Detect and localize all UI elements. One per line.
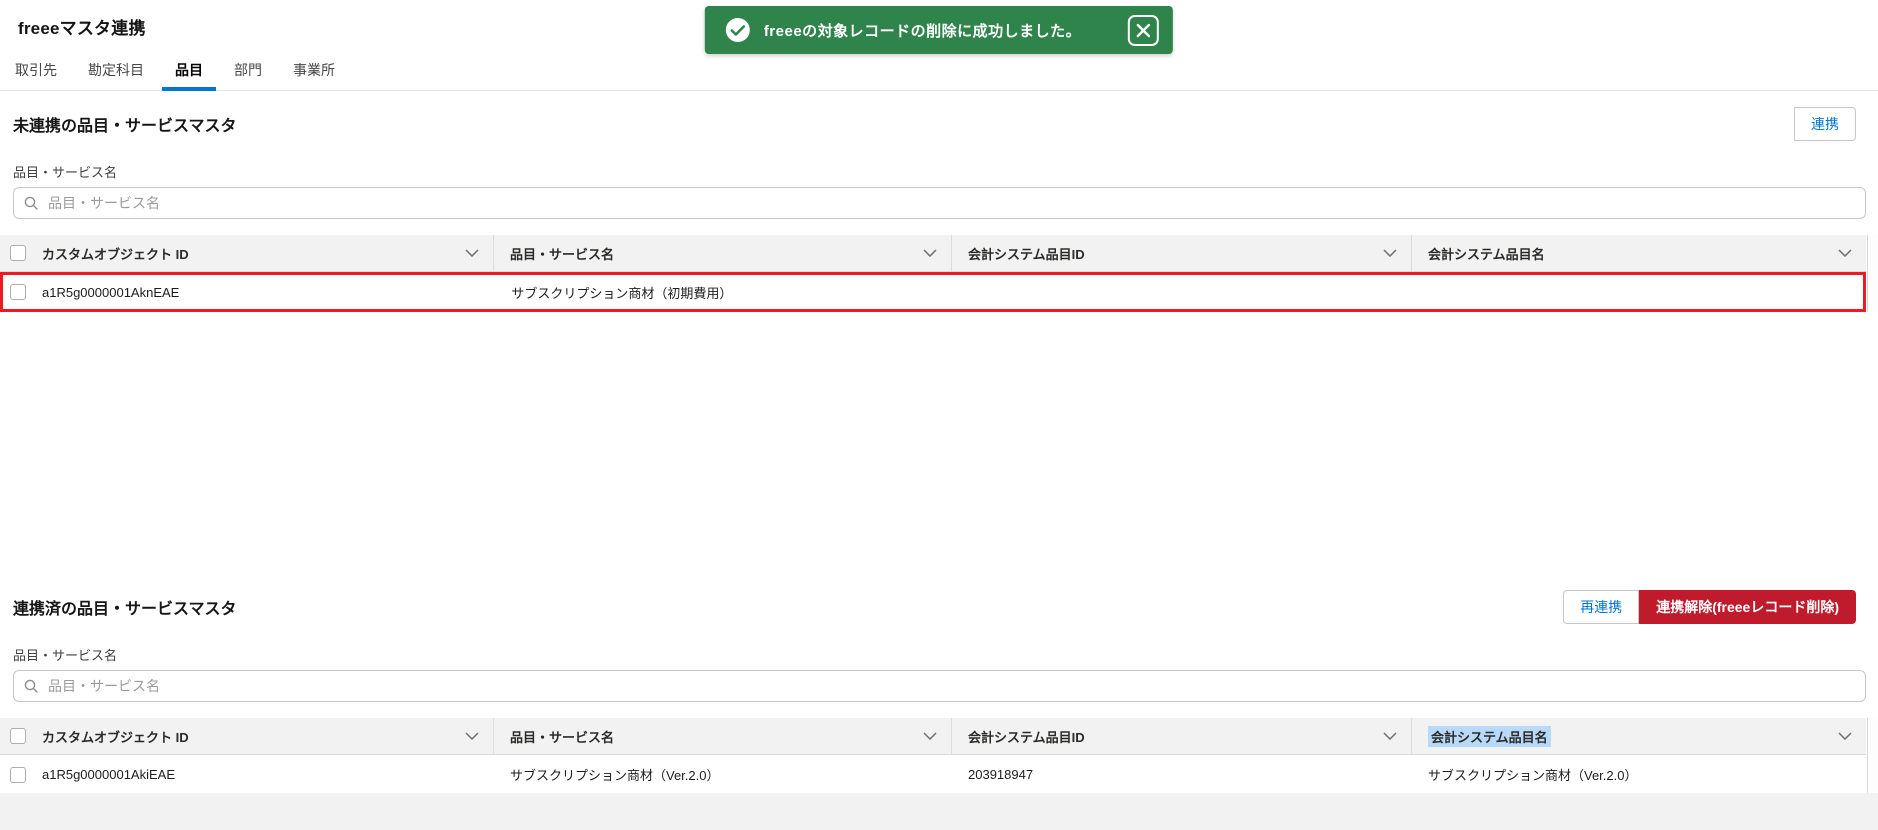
column-label: 品目・サービス名 [510,729,615,745]
linked-search-input[interactable] [13,670,1866,702]
cell-custom-object-id: a1R5g0000001AknEAE [3,284,495,300]
header-accounting-item-name[interactable]: 会計システム品目名 [1412,235,1866,271]
unlinked-actions: 連携 [1794,107,1856,141]
linked-table-header: カスタムオブジェクト ID 品目・サービス名 会計システム品目ID 会計システム… [0,718,1866,755]
linked-searchbox [13,670,1866,702]
unlinked-table-header: カスタムオブジェクト ID 品目・サービス名 会計システム品目ID 会計システム… [0,235,1866,272]
header-accounting-item-name[interactable]: 会計システム品目名 [1412,718,1866,754]
cell-custom-object-id: a1R5g0000001AkiEAE [0,766,494,783]
table-row[interactable]: a1R5g0000001AknEAE サブスクリプション商材（初期費用） [0,272,1866,312]
linked-table: カスタムオブジェクト ID 品目・サービス名 会計システム品目ID 会計システム… [0,718,1878,795]
row-checkbox[interactable] [10,766,26,783]
table-scrollbar-gutter[interactable] [1867,718,1878,795]
unlinked-search-input[interactable] [13,187,1866,219]
chevron-down-icon[interactable] [1383,249,1397,257]
chevron-down-icon[interactable] [1838,249,1852,257]
unlinked-table: カスタムオブジェクト ID 品目・サービス名 会計システム品目ID 会計システム… [0,235,1878,312]
toast-close-button[interactable] [1128,14,1160,46]
success-check-icon [725,17,751,43]
chevron-down-icon[interactable] [923,732,937,740]
chevron-down-icon[interactable] [465,732,479,740]
column-label: 会計システム品目ID [968,729,1085,745]
tab-kanjokamoku[interactable]: 勘定科目 [86,50,146,90]
column-label-selected: 会計システム品目名 [1428,725,1551,747]
tab-bumon[interactable]: 部門 [232,50,264,90]
unlinked-section-header: 未連携の品目・サービスマスタ 連携 [0,107,1878,141]
cell-text: a1R5g0000001AkiEAE [42,767,175,782]
column-label: 会計システム品目ID [968,246,1085,262]
row-checkbox[interactable] [10,284,26,300]
unlink-delete-button[interactable]: 連携解除(freeeレコード削除) [1639,590,1856,624]
search-icon [24,196,38,210]
tab-jigyosho[interactable]: 事業所 [291,50,337,90]
cell-item-service-name: サブスクリプション商材（初期費用） [511,285,733,301]
linked-actions: 再連携 連携解除(freeeレコード削除) [1563,590,1856,624]
master-type-tabs: 取引先 勘定科目 品目 部門 事業所 [0,51,1878,91]
select-all-checkbox[interactable] [10,245,26,261]
chevron-down-icon[interactable] [465,249,479,257]
linked-section-header: 連携済の品目・サービスマスタ 再連携 連携解除(freeeレコード削除) [0,590,1878,624]
linked-section-title: 連携済の品目・サービスマスタ [13,601,237,618]
header-item-service-name[interactable]: 品目・サービス名 [494,235,952,271]
header-custom-object-id[interactable]: カスタムオブジェクト ID [0,718,494,754]
linked-filter-label: 品目・サービス名 [13,648,118,663]
tab-torihikisaki[interactable]: 取引先 [13,50,59,90]
link-button[interactable]: 連携 [1794,107,1856,141]
table-scrollbar-gutter[interactable] [1867,235,1878,312]
column-label: カスタムオブジェクト ID [42,729,189,745]
cell-text: a1R5g0000001AknEAE [42,284,180,300]
tab-hinmoku[interactable]: 品目 [162,50,216,91]
unlinked-section-title: 未連携の品目・サービスマスタ [13,118,237,135]
unlinked-filter-label: 品目・サービス名 [13,165,118,180]
unlinked-searchbox [13,187,1866,219]
search-icon [24,679,38,693]
table-row[interactable]: a1R5g0000001AkiEAE サブスクリプション商材（Ver.2.0） … [0,755,1866,795]
cell-item-service-name: サブスクリプション商材（Ver.2.0） [510,768,720,783]
success-toast: freeeの対象レコードの削除に成功しました。 [704,6,1174,54]
close-icon [1136,23,1151,38]
chevron-down-icon[interactable] [923,249,937,257]
column-label: 品目・サービス名 [510,246,615,262]
header-accounting-item-id[interactable]: 会計システム品目ID [952,718,1412,754]
header-custom-object-id[interactable]: カスタムオブジェクト ID [0,235,494,271]
toast-message: freeeの対象レコードの削除に成功しました。 [763,22,1082,40]
chevron-down-icon[interactable] [1838,732,1852,740]
chevron-down-icon[interactable] [1383,732,1397,740]
header-accounting-item-id[interactable]: 会計システム品目ID [952,235,1412,271]
relink-button[interactable]: 再連携 [1563,590,1640,624]
page-bottom-strip [0,793,1878,830]
select-all-checkbox[interactable] [10,728,26,744]
column-label: 会計システム品目名 [1428,246,1545,262]
cell-accounting-item-id: 203918947 [968,767,1034,782]
cell-accounting-item-name: サブスクリプション商材（Ver.2.0） [1428,768,1638,783]
header-item-service-name[interactable]: 品目・サービス名 [494,718,952,754]
column-label: カスタムオブジェクト ID [42,246,189,262]
freee-master-sync-app: freeeマスタ連携 freeeの対象レコードの削除に成功しました。 取引先 勘… [0,0,1878,830]
